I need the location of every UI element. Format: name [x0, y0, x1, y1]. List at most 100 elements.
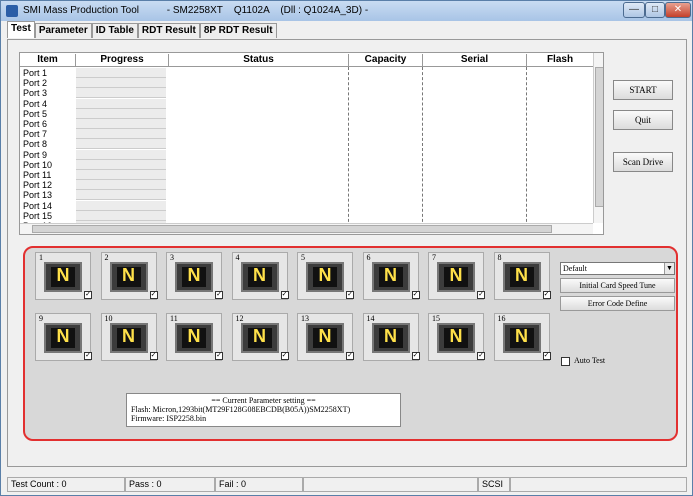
port-number: 9: [39, 314, 43, 323]
test-count: Test Count : 0: [7, 477, 125, 492]
minimize-button[interactable]: —: [623, 2, 645, 18]
col-item[interactable]: Item: [20, 54, 76, 66]
error-code-define-button[interactable]: Error Code Define: [560, 296, 675, 311]
port-number: 15: [432, 314, 440, 323]
port-status-letter: N: [384, 326, 397, 346]
port-number: 6: [366, 253, 371, 262]
col-capacity[interactable]: Capacity: [349, 54, 423, 66]
close-button[interactable]: ✕: [665, 2, 691, 18]
col-status[interactable]: Status: [169, 54, 349, 66]
port-slot[interactable]: 16 N ✓: [493, 313, 551, 361]
port-status-grid[interactable]: Item Progress Status Capacity Serial Fla…: [19, 52, 604, 235]
port-number: 4: [235, 253, 240, 262]
port-slot[interactable]: 6 N ✓: [362, 252, 420, 300]
port-row-label[interactable]: Port 9: [23, 150, 47, 160]
port-slot[interactable]: 14 N ✓: [362, 313, 420, 361]
grid-horizontal-scrollbar[interactable]: [20, 223, 593, 234]
col-serial[interactable]: Serial: [423, 54, 527, 66]
port-slot[interactable]: 11 N ✓: [166, 313, 223, 361]
scan-drive-button[interactable]: Scan Drive: [613, 152, 673, 172]
grid-vertical-scrollbar[interactable]: [593, 53, 603, 223]
port-row-label[interactable]: Port 12: [23, 180, 52, 190]
progress-cell: [76, 190, 166, 201]
port-number: 11: [170, 314, 178, 323]
status-bar: Test Count : 0 Pass : 0 Fail : 0 SCSI: [7, 477, 687, 493]
monitor-screen: N: [247, 326, 272, 348]
port-slot[interactable]: 12 N ✓: [231, 313, 289, 361]
tab-id-table[interactable]: ID Table: [91, 23, 138, 38]
port-status-letter: N: [515, 265, 528, 285]
port-number: 8: [497, 253, 502, 262]
port-check-icon: ✓: [477, 352, 485, 360]
port-status-letter: N: [187, 326, 201, 346]
port-slot[interactable]: 1 N ✓: [35, 252, 92, 300]
column-divider: [348, 67, 349, 227]
drive-monitor-icon: N: [371, 262, 410, 292]
setting-dropdown[interactable]: Default ▼: [560, 262, 675, 275]
checkbox-box[interactable]: [561, 356, 570, 366]
monitor-screen: N: [444, 326, 468, 348]
port-slot[interactable]: 2 N ✓: [100, 252, 158, 300]
port-check-icon: ✓: [149, 291, 158, 299]
monitor-screen: N: [444, 265, 468, 287]
port-slot[interactable]: 4 N ✓: [231, 252, 289, 300]
port-check-icon: ✓: [280, 291, 289, 299]
vertical-scroll-thumb[interactable]: [595, 67, 603, 207]
drive-monitor-icon: N: [306, 323, 344, 353]
tab-rdt-result[interactable]: RDT Result: [137, 23, 200, 38]
port-row-label[interactable]: Port 11: [23, 170, 51, 180]
port-row-label[interactable]: Port 13: [23, 190, 52, 200]
tab-8p-rdt-result[interactable]: 8P RDT Result: [199, 23, 277, 38]
tab-bar: Test Parameter ID Table RDT Result 8P RD…: [7, 21, 277, 39]
tab-test[interactable]: Test: [7, 21, 35, 38]
port-slot[interactable]: 3 N ✓: [166, 252, 223, 300]
port-status-letter: N: [187, 265, 201, 285]
drive-monitor-icon: N: [44, 323, 82, 353]
initial-card-speed-tune-button[interactable]: Initial Card Speed Tune: [560, 278, 675, 293]
port-slot[interactable]: 5 N ✓: [297, 252, 354, 300]
tab-parameter[interactable]: Parameter: [34, 23, 92, 38]
test-panel: Item Progress Status Capacity Serial Fla…: [7, 39, 687, 467]
port-status-letter: N: [384, 265, 397, 285]
chevron-down-icon[interactable]: ▼: [664, 263, 674, 274]
port-row-label[interactable]: Port 5: [23, 109, 47, 119]
port-row-label[interactable]: Port 14: [23, 201, 52, 211]
monitor-screen: N: [182, 265, 206, 287]
main-window: SMI Mass Production Tool - SM2258XT Q110…: [0, 0, 693, 496]
port-check-icon: ✓: [542, 291, 551, 299]
window-title: SMI Mass Production Tool - SM2258XT Q110…: [23, 5, 369, 16]
port-row-label[interactable]: Port 8: [23, 139, 47, 149]
port-status-letter: N: [122, 326, 135, 346]
port-row-label[interactable]: Port 15: [23, 211, 52, 221]
start-button[interactable]: START: [613, 80, 673, 100]
port-number: 16: [497, 314, 506, 323]
drive-monitor-icon: N: [240, 262, 279, 292]
port-slot[interactable]: 7 N ✓: [428, 252, 485, 300]
dropdown-value: Default: [563, 264, 587, 273]
drive-monitor-icon: N: [502, 262, 541, 292]
col-progress[interactable]: Progress: [76, 54, 169, 66]
app-icon: [6, 5, 18, 17]
port-row-label[interactable]: Port 4: [23, 99, 47, 109]
port-slot[interactable]: 9 N ✓: [35, 313, 92, 361]
port-slot[interactable]: 15 N ✓: [428, 313, 485, 361]
port-row-label[interactable]: Port 2: [23, 78, 47, 88]
port-slot[interactable]: 13 N ✓: [297, 313, 354, 361]
port-status-letter: N: [515, 326, 528, 346]
maximize-button[interactable]: □: [645, 2, 665, 18]
fail-count: Fail : 0: [215, 477, 303, 492]
horizontal-scroll-thumb[interactable]: [32, 225, 552, 233]
port-slot[interactable]: 8 N ✓: [493, 252, 551, 300]
quit-button[interactable]: Quit: [613, 110, 673, 130]
port-row-label[interactable]: Port 6: [23, 119, 47, 129]
title-bar[interactable]: SMI Mass Production Tool - SM2258XT Q110…: [1, 1, 692, 21]
port-row-label[interactable]: Port 1: [23, 68, 47, 78]
port-row-label[interactable]: Port 3: [23, 88, 47, 98]
drive-monitor-icon: N: [109, 323, 148, 353]
port-row-label[interactable]: Port 10: [23, 160, 52, 170]
auto-test-checkbox[interactable]: Auto Test: [561, 356, 605, 366]
col-flash[interactable]: Flash: [527, 54, 593, 66]
port-slot[interactable]: 10 N ✓: [100, 313, 158, 361]
port-row-label[interactable]: Port 7: [23, 129, 47, 139]
monitor-screen: N: [313, 265, 337, 287]
